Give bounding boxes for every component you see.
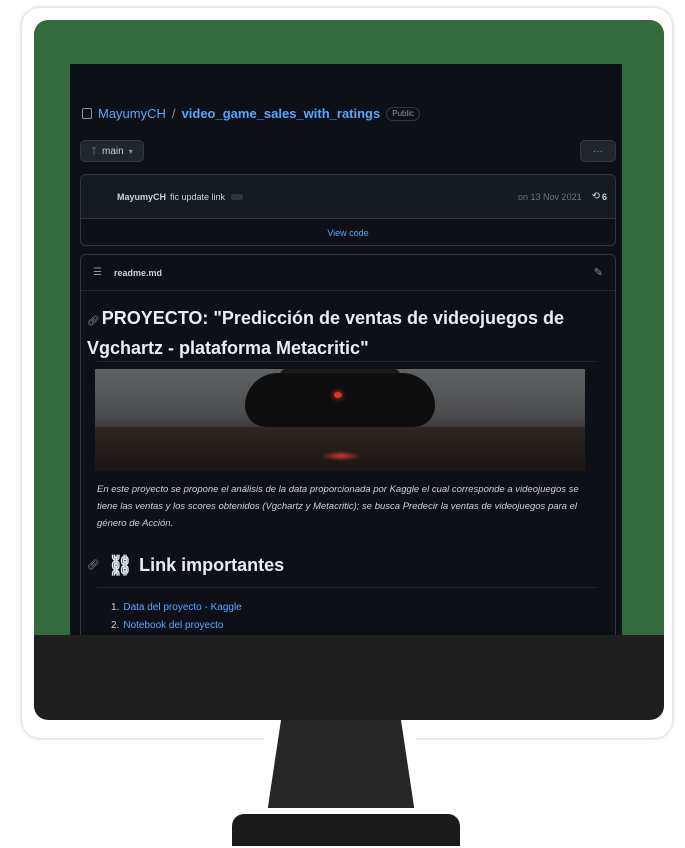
latest-commit-box: MayumyCH fic update link on 13 Nov 2021 … [80,174,616,246]
commit-message-link[interactable]: fic update link [170,192,225,202]
readme-panel: ☰ readme.md ✎ 🔗︎ PROYECTO: "Predicción de… [80,254,616,635]
chevron-down-icon: ▾ [128,146,133,156]
repo-breadcrumb: MayumyCH / video_game_sales_with_ratings… [82,106,421,121]
readme-title-text: PROYECTO: "Predicción de ventas de video… [87,308,565,358]
readme-description: En este proyecto se propone el análisis … [97,484,579,529]
light-reflection [321,451,361,461]
readme-filename: readme.md [113,267,162,278]
list-icon[interactable]: ☰ [93,267,102,278]
branch-label: main [102,145,124,157]
commit-expand-button[interactable] [231,193,244,200]
notebook-link[interactable]: Notebook del proyecto [123,620,223,631]
table-surface [95,427,585,471]
git-branch-icon: ᛘ [91,145,97,157]
monitor-base [232,814,460,846]
anchor-link-icon[interactable]: 🔗︎ [87,316,100,327]
branch-selector-button[interactable]: ᛘ main ▾ [80,140,144,162]
repo-owner-link[interactable]: MayumyCH [98,106,166,121]
github-page: MayumyCH / video_game_sales_with_ratings… [70,64,622,635]
list-item: 2. Notebook del proyecto [111,617,242,635]
commit-date: on 13 Nov 2021 [518,191,582,202]
links-heading-text: Link importantes [139,555,285,575]
monitor-screen: MayumyCH / video_game_sales_with_ratings… [34,20,664,635]
pencil-icon[interactable]: ✎ [594,266,603,279]
links-heading: 🔗︎ ⛓ Link importantes [87,553,284,578]
hero-controller-image [95,369,585,471]
controller-light [334,392,342,398]
monitor-bezel [34,635,664,720]
breadcrumb-separator: / [171,106,176,121]
anchor-link-icon[interactable]: 🔗︎ [87,560,100,571]
history-icon: ⟲ [591,191,600,202]
readme-header: ☰ readme.md ✎ [81,255,615,291]
list-number: 1. [111,602,120,613]
commit-history-count[interactable]: 6 [602,192,607,202]
important-links-list: 1. Data del proyecto - Kaggle 2. Notebook … [111,599,242,635]
list-number: 2. [111,620,120,631]
divider [97,361,597,362]
list-item: 1. Data del proyecto - Kaggle [111,599,242,617]
readme-title: 🔗︎ PROYECTO: "Predicción de ventas de vid… [87,305,607,361]
more-options-button[interactable]: ··· [580,140,616,162]
monitor-stand [266,720,416,820]
kaggle-data-link[interactable]: Data del proyecto - Kaggle [123,602,241,613]
commit-author-link[interactable]: MayumyCH [117,192,166,202]
latest-commit-row: MayumyCH fic update link on 13 Nov 2021 … [81,175,615,219]
view-code-link[interactable]: View code [81,219,615,245]
visibility-badge: Public [386,106,421,121]
link-icon: ⛓ [107,555,134,577]
game-controller-image [245,373,435,427]
divider [97,587,597,588]
repo-name-link[interactable]: video_game_sales_with_ratings [182,106,381,121]
repo-icon [82,108,92,119]
